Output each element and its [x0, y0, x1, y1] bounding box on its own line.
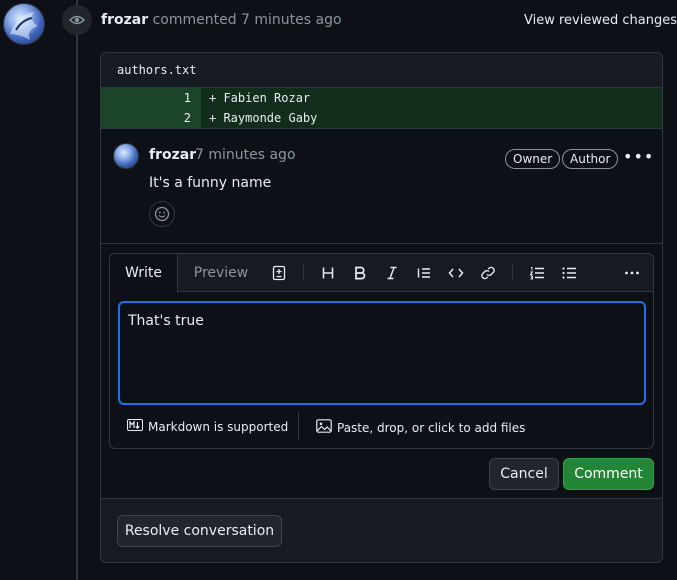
- diff-line: 1 + Fabien Rozar: [101, 88, 662, 108]
- comment-button[interactable]: Comment: [563, 458, 654, 490]
- header-action: commented: [152, 12, 237, 28]
- editor-footer: Markdown is supported Paste, drop, or cl…: [110, 412, 653, 442]
- file-name[interactable]: authors.txt: [101, 53, 662, 88]
- comment-editor: Write Preview That's true Markdown is su…: [109, 253, 654, 449]
- header-author[interactable]: frozar: [101, 12, 148, 28]
- diff-line: 2 + Raymonde Gaby: [101, 108, 662, 128]
- author-badge: Author: [562, 149, 619, 169]
- editor-tabbar: Write Preview: [110, 254, 653, 293]
- more-options-icon[interactable]: •••: [623, 147, 654, 166]
- italic-icon[interactable]: [384, 265, 400, 281]
- heading-icon[interactable]: [320, 265, 336, 281]
- comment-textarea[interactable]: That's true: [118, 301, 646, 405]
- author-avatar[interactable]: [3, 3, 45, 45]
- suggestion-icon[interactable]: [271, 265, 287, 281]
- toolbar-divider: [512, 265, 513, 281]
- comment-avatar[interactable]: [113, 143, 139, 169]
- quote-icon[interactable]: [416, 265, 432, 281]
- attach-files-text: Paste, drop, or click to add files: [337, 420, 526, 435]
- link-icon[interactable]: [480, 265, 496, 281]
- ordered-list-icon[interactable]: [529, 265, 545, 281]
- diff-line-number[interactable]: 1: [101, 88, 201, 108]
- reply-form: Write Preview That's true Markdown is su…: [101, 243, 662, 498]
- diff-line-code: + Fabien Rozar: [201, 88, 662, 108]
- eye-icon: [62, 5, 92, 35]
- more-formatting-icon[interactable]: [624, 265, 640, 281]
- tab-write[interactable]: Write: [110, 254, 178, 293]
- attach-files[interactable]: Paste, drop, or click to add files: [316, 419, 525, 436]
- markdown-note[interactable]: Markdown is supported: [127, 419, 288, 434]
- resolve-conversation-button[interactable]: Resolve conversation: [117, 515, 282, 547]
- review-thread: authors.txt 1 + Fabien Rozar 2 + Raymond…: [100, 52, 663, 563]
- add-reaction-icon[interactable]: [149, 201, 175, 227]
- code-icon[interactable]: [448, 265, 464, 281]
- image-icon: [316, 419, 332, 436]
- comment-body: It's a funny name: [149, 175, 272, 191]
- footer-divider: [298, 412, 299, 440]
- timeline-line: [76, 0, 78, 580]
- owner-badge: Owner: [505, 149, 561, 169]
- comment-author[interactable]: frozar: [149, 147, 196, 163]
- comment-time[interactable]: 7 minutes ago: [195, 147, 296, 163]
- cancel-button[interactable]: Cancel: [489, 458, 559, 490]
- diff-line-code: + Raymonde Gaby: [201, 108, 662, 128]
- bold-icon[interactable]: [352, 265, 368, 281]
- resolve-area: Resolve conversation: [101, 498, 662, 562]
- markdown-icon: [127, 419, 143, 434]
- markdown-note-text: Markdown is supported: [148, 419, 289, 434]
- comment: frozar 7 minutes ago Owner Author ••• It…: [101, 128, 662, 244]
- diff-line-number[interactable]: 2: [101, 108, 201, 128]
- toolbar-divider: [303, 265, 304, 281]
- unordered-list-icon[interactable]: [561, 265, 577, 281]
- timeline-header: frozar commented 7 minutes ago: [101, 12, 342, 28]
- view-reviewed-changes-link[interactable]: View reviewed changes: [524, 13, 677, 28]
- tab-preview[interactable]: Preview: [186, 254, 256, 293]
- header-time[interactable]: 7 minutes ago: [241, 12, 342, 28]
